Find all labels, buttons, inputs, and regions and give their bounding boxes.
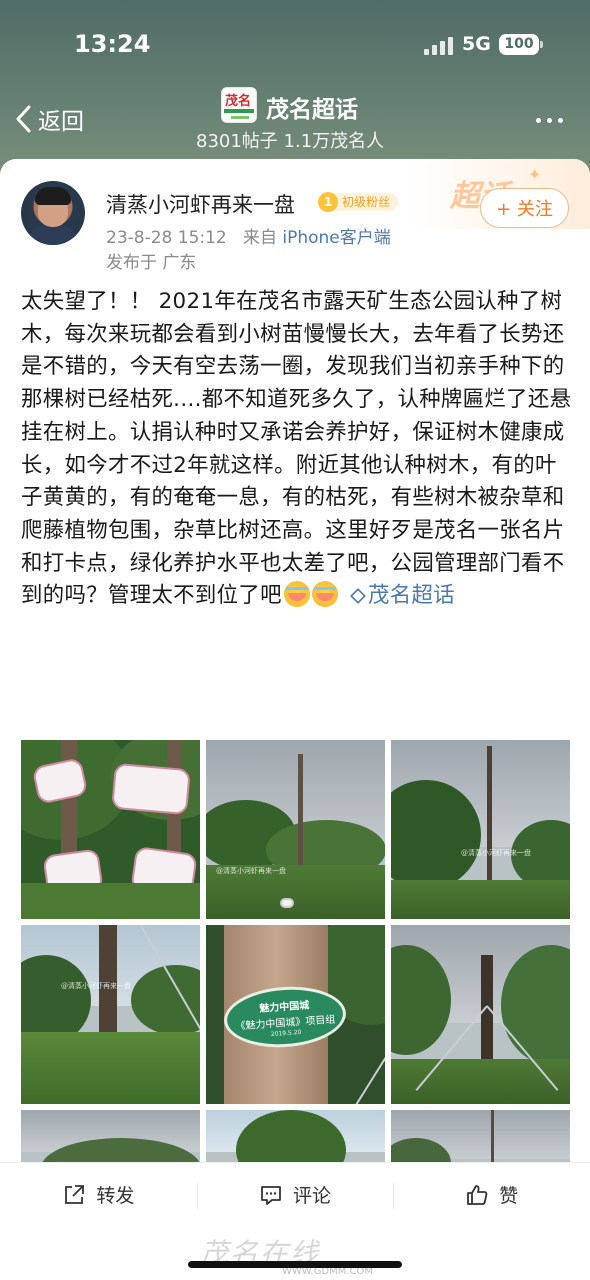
battery-icon: 100 [499,34,543,55]
post-body-text: 太失望了！！ 2021年在茂名市露天矿生态公园认种了树木，每次来玩都会看到小树苗… [21,289,572,609]
sparkle-icon: ✦ [528,165,542,184]
photo-6[interactable] [391,925,570,1104]
supertopic-icon [350,588,366,605]
signal-icon [424,37,454,55]
follow-label: + 关注 [496,199,553,220]
action-bar: 转发 评论 赞 [0,1162,590,1226]
share-icon [65,1184,85,1204]
avatar[interactable] [21,181,85,245]
follow-button[interactable]: + 关注 [480,188,569,228]
top-nav: 返回 茂名 茂名超话 8301帖子 1.1万茂名人 [0,80,590,160]
post-location: 发布于 广东 [106,253,197,273]
post-meta: 23-8-28 15:12 来自 iPhone客户端 [106,223,391,248]
topic-link[interactable]: 茂名超话 [345,583,455,608]
back-label: 返回 [38,109,84,135]
post-card: 超话 ✦ 清蒸小河虾再来一盘 1 初级粉丝 + 关注 23-8-28 15:12… [0,159,590,1179]
post-date: 23-8-28 15:12 [106,228,227,248]
more-options-icon[interactable] [536,118,563,123]
repost-label: 转发 [96,1185,135,1207]
logo-text: 茂名 [225,94,252,109]
repost-button[interactable]: 转发 [0,1163,197,1226]
level-number: 1 [318,192,338,212]
photo-5[interactable]: 魅力中国城 《魅力中国城》项目组 2019.5.20 [206,925,385,1104]
photo-watermark: @清蒸小河虾再来一盘 [461,849,531,857]
topic-title[interactable]: 茂名超话 [266,90,358,124]
comment-button[interactable]: 评论 [196,1163,394,1226]
photo-4[interactable]: @清蒸小河虾再来一盘 [21,925,200,1104]
from-prefix: 来自 [242,228,277,248]
post-body: 太失望了！！ 2021年在茂名市露天矿生态公园认种了树木，每次来玩都会看到小树苗… [21,286,573,613]
network-type: 5G [462,33,491,55]
home-indicator[interactable] [188,1261,402,1268]
topic-stats: 8301帖子 1.1万茂名人 [196,131,385,152]
status-bar: 13:24 5G 100 [0,0,590,80]
crying-emoji-icon [311,581,338,608]
comment-label: 评论 [293,1185,332,1207]
photo-3[interactable]: @清蒸小河虾再来一盘 [391,740,570,919]
comment-icon [261,1185,281,1205]
like-label: 赞 [499,1185,519,1207]
crying-emoji-icon [283,581,310,608]
photo-2[interactable]: @清蒸小河虾再来一盘 [206,740,385,919]
username[interactable]: 清蒸小河虾再来一盘 [106,189,295,219]
status-time: 13:24 [74,30,151,58]
photo-grid: @清蒸小河虾再来一盘 @清蒸小河虾再来一盘 @清蒸小河虾再来一盘 魅力中国城 《… [21,740,570,1179]
photo-watermark: @清蒸小河虾再来一盘 [216,867,286,875]
level-label: 初级粉丝 [332,193,399,211]
topic-logo: 茂名 [221,87,257,123]
chevron-left-icon [16,105,31,133]
like-button[interactable]: 赞 [393,1163,590,1226]
back-button[interactable]: 返回 [14,102,84,136]
post-source[interactable]: iPhone客户端 [282,228,390,248]
photo-watermark: @清蒸小河虾再来一盘 [61,982,131,990]
fan-level-badge: 1 初级粉丝 [318,192,399,212]
photo-1[interactable] [21,740,200,919]
thumbs-up-icon [467,1184,488,1205]
